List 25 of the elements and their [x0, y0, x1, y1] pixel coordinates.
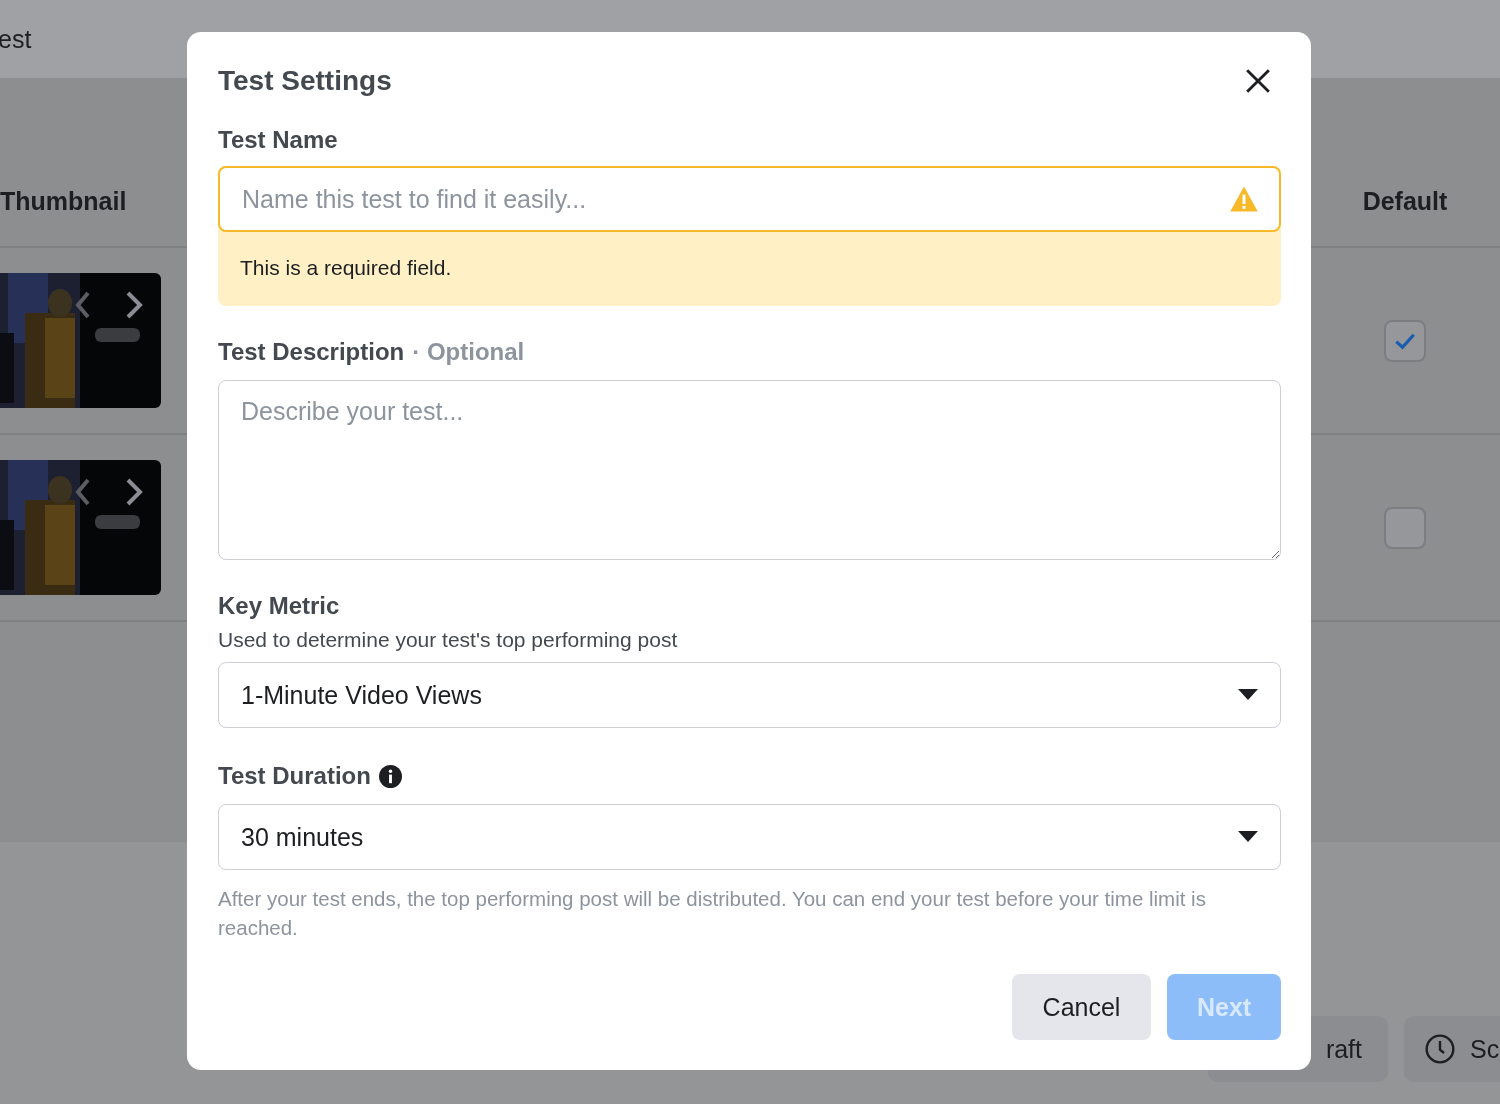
field-label: Key Metric	[218, 592, 341, 620]
close-icon[interactable]	[1245, 68, 1271, 94]
metric-dropdown[interactable]: 1-Minute Video Views	[218, 662, 1281, 728]
footer-button[interactable]: Sc	[1404, 1016, 1500, 1082]
caret-icon	[1238, 689, 1258, 701]
duration-dropdown[interactable]: 30 minutes	[218, 804, 1281, 870]
info-icon[interactable]	[378, 764, 402, 788]
help-text: Used to determine your test's top performing post	[218, 628, 679, 652]
dialog-title: Test Settings	[218, 65, 392, 97]
optional-label: · Optional	[412, 338, 525, 366]
field-label: Test Duration	[218, 762, 371, 790]
column-header: Default	[1361, 187, 1449, 217]
description-field[interactable]: Describe your test...	[218, 380, 1281, 560]
clock-icon	[1424, 1033, 1456, 1065]
caret-icon	[1238, 831, 1258, 843]
checkbox[interactable]	[1384, 319, 1426, 362]
checkbox[interactable]	[1384, 506, 1426, 549]
field-label: Test Description	[218, 338, 405, 366]
column-header: Thumbnail	[0, 187, 128, 217]
name-field[interactable]: Name this test to find it easily...	[218, 166, 1281, 232]
warning-message: This is a required field.	[239, 255, 453, 281]
dialog-button[interactable]: Cancel	[1012, 974, 1151, 1040]
warning-icon	[1229, 185, 1259, 213]
duration-note: After your test ends, the top performing post will be distributed. You can end your test before your time limit is reached.	[218, 886, 1207, 941]
field-label: Test Name	[218, 126, 339, 154]
